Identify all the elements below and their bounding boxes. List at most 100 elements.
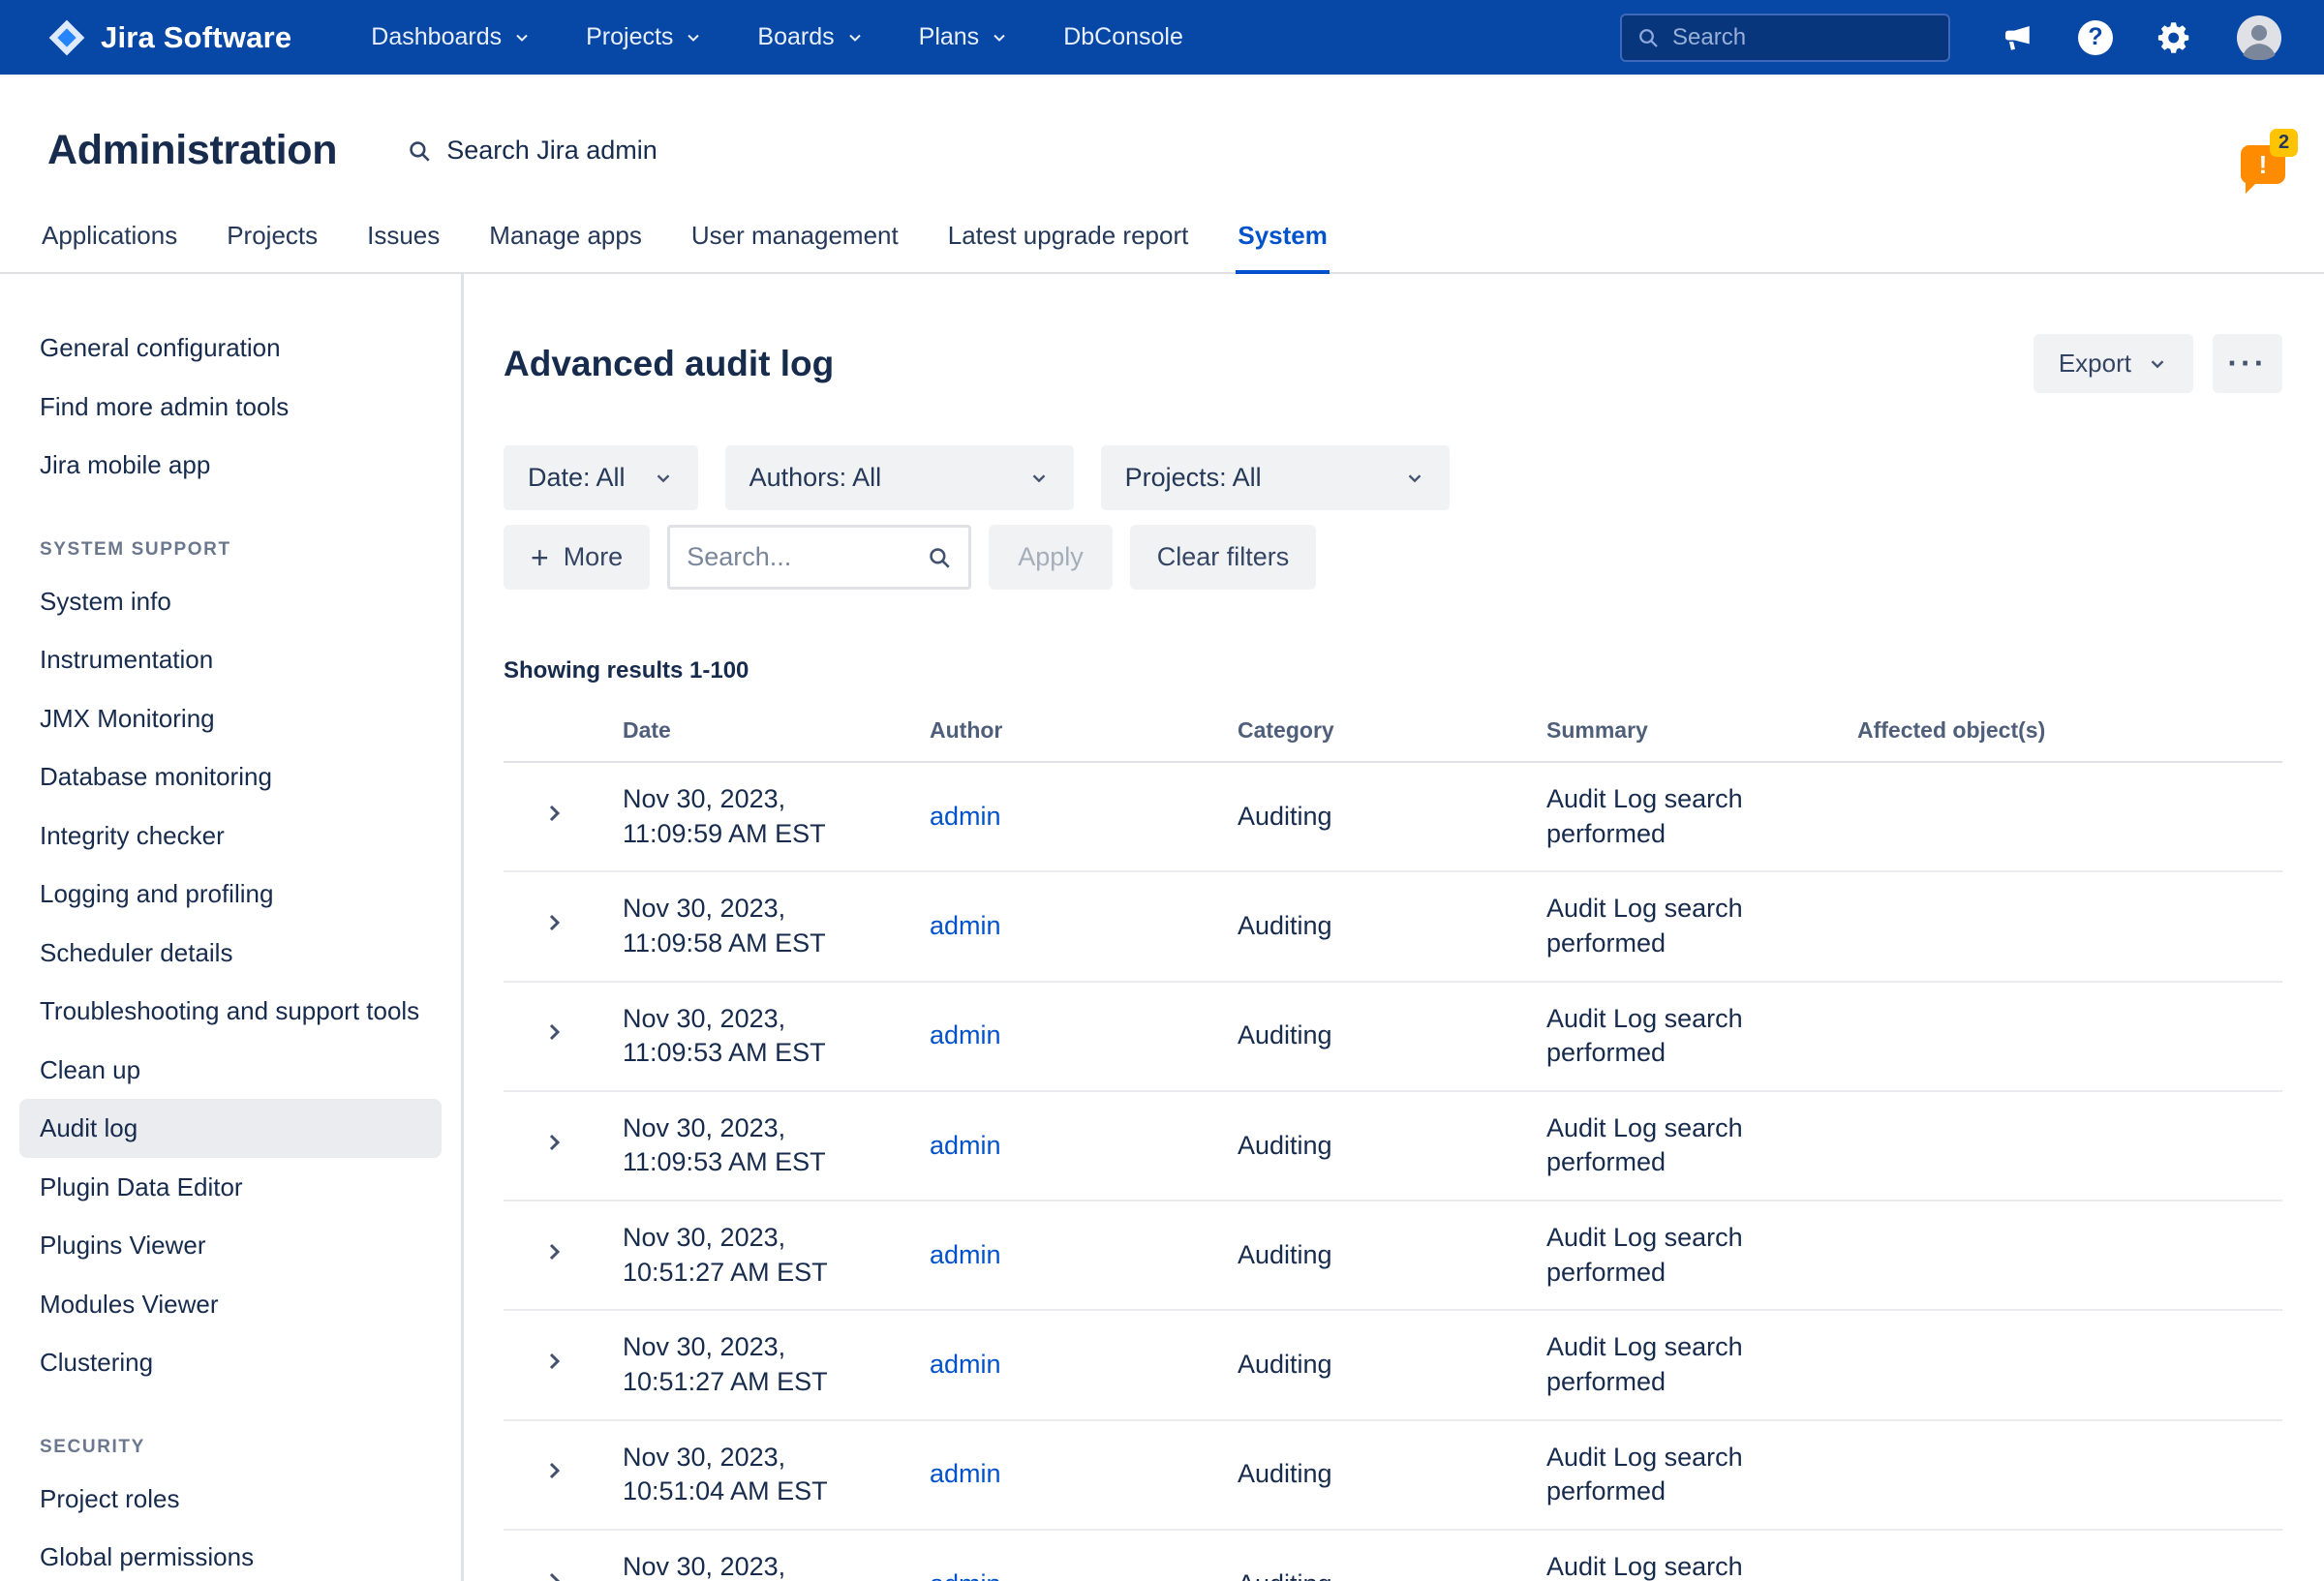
row-author-link[interactable]: admin: [930, 911, 1001, 940]
chevron-down-icon: [684, 28, 703, 47]
admin-tabs: Applications Projects Issues Manage apps…: [0, 221, 2324, 274]
search-icon[interactable]: [927, 545, 952, 570]
navbar-search-input[interactable]: [1672, 24, 1934, 51]
nav-projects[interactable]: Projects: [586, 23, 703, 51]
sidebar-item-find-more-admin-tools[interactable]: Find more admin tools: [19, 378, 442, 437]
nav-boards[interactable]: Boards: [757, 23, 864, 51]
audit-search-box[interactable]: [667, 525, 971, 590]
feedback-bubble-icon[interactable]: ! 2: [2241, 145, 2285, 184]
chevron-down-icon: [1404, 468, 1425, 489]
content: General configuration Find more admin to…: [0, 274, 2324, 1581]
main-panel: Advanced audit log Export ··· Date: All …: [464, 274, 2324, 1581]
row-summary: Audit Log search performed: [1546, 1091, 1857, 1201]
row-date: Nov 30, 2023, 10:51:27 AM EST: [623, 1201, 930, 1310]
row-summary: Audit Log search performed: [1546, 1420, 1857, 1530]
nav-dbconsole[interactable]: DbConsole: [1063, 23, 1183, 51]
row-summary: Audit Log search performed: [1546, 1201, 1857, 1310]
tab-user-management[interactable]: User management: [689, 221, 901, 272]
more-filters-button[interactable]: + More: [504, 525, 650, 590]
row-category: Auditing: [1238, 982, 1546, 1091]
nav-dashboards[interactable]: Dashboards: [371, 23, 532, 51]
sidebar-item-plugin-data-editor[interactable]: Plugin Data Editor: [19, 1158, 442, 1217]
row-author-link[interactable]: admin: [930, 1350, 1001, 1379]
sidebar-item-logging-and-profiling[interactable]: Logging and profiling: [19, 865, 442, 924]
row-author-link[interactable]: admin: [930, 802, 1001, 831]
expand-row-chevron-icon[interactable]: [542, 1350, 566, 1373]
row-author-link[interactable]: admin: [930, 1240, 1001, 1269]
expand-row-chevron-icon[interactable]: [542, 1131, 566, 1154]
sidebar-item-scheduler-details[interactable]: Scheduler details: [19, 924, 442, 983]
clear-filters-button[interactable]: Clear filters: [1130, 525, 1317, 590]
row-author-link[interactable]: admin: [930, 1020, 1001, 1049]
tab-manage-apps[interactable]: Manage apps: [487, 221, 644, 272]
sidebar-item-integrity-checker[interactable]: Integrity checker: [19, 806, 442, 866]
row-date: Nov 30, 2023, 11:09:59 AM EST: [623, 762, 930, 871]
sidebar-item-instrumentation[interactable]: Instrumentation: [19, 630, 442, 689]
nav-plans[interactable]: Plans: [919, 23, 1010, 51]
expand-row-chevron-icon[interactable]: [542, 1569, 566, 1581]
sidebar-item-troubleshooting-and-support-tools[interactable]: Troubleshooting and support tools: [19, 982, 442, 1041]
export-button[interactable]: Export: [2034, 334, 2193, 393]
sidebar-item-plugins-viewer[interactable]: Plugins Viewer: [19, 1216, 442, 1275]
row-author-link[interactable]: admin: [930, 1569, 1001, 1581]
admin-search-button[interactable]: Search Jira admin: [407, 136, 657, 166]
export-label: Export: [2059, 349, 2131, 379]
sidebar-item-clustering[interactable]: Clustering: [19, 1333, 442, 1392]
table-row: Nov 30, 2023, 11:09:58 AM EST admin Audi…: [504, 871, 2282, 981]
avatar[interactable]: [2237, 15, 2281, 60]
header-affected-objects: Affected object(s): [1857, 717, 2282, 762]
tab-latest-upgrade-report[interactable]: Latest upgrade report: [946, 221, 1191, 272]
sidebar-item-system-info[interactable]: System info: [19, 572, 442, 631]
header-expand-column: [504, 717, 623, 762]
tab-issues[interactable]: Issues: [365, 221, 442, 272]
more-dots-icon: ···: [2228, 346, 2268, 381]
admin-search-label: Search Jira admin: [446, 136, 657, 166]
expand-row-chevron-icon[interactable]: [542, 1459, 566, 1482]
admin-header: Administration Search Jira admin: [0, 75, 2324, 174]
sidebar-item-jira-mobile-app[interactable]: Jira mobile app: [19, 436, 442, 495]
date-filter-dropdown[interactable]: Date: All: [504, 445, 698, 510]
row-category: Auditing: [1238, 1420, 1546, 1530]
sidebar-item-audit-log[interactable]: Audit log: [19, 1099, 442, 1158]
feedback-megaphone-icon[interactable]: [2001, 21, 2034, 54]
sidebar-section-system-support: SYSTEM SUPPORT: [19, 539, 442, 561]
projects-filter-dropdown[interactable]: Projects: All: [1101, 445, 1450, 510]
row-affected-objects: [1857, 1310, 2282, 1419]
help-icon[interactable]: ?: [2078, 20, 2113, 55]
chevron-down-icon: [2147, 353, 2168, 375]
sidebar-item-clean-up[interactable]: Clean up: [19, 1041, 442, 1100]
row-summary: Audit Log search performed: [1546, 762, 1857, 871]
tab-applications[interactable]: Applications: [40, 221, 179, 272]
row-author-link[interactable]: admin: [930, 1131, 1001, 1160]
expand-row-chevron-icon[interactable]: [542, 1020, 566, 1044]
sidebar-item-modules-viewer[interactable]: Modules Viewer: [19, 1275, 442, 1334]
sidebar-item-global-permissions[interactable]: Global permissions: [19, 1528, 442, 1581]
gear-icon[interactable]: [2157, 20, 2192, 55]
sidebar-item-general-configuration[interactable]: General configuration: [19, 319, 442, 378]
sidebar-item-project-roles[interactable]: Project roles: [19, 1470, 442, 1529]
page-title: Advanced audit log: [504, 344, 834, 384]
expand-row-chevron-icon[interactable]: [542, 802, 566, 825]
plus-icon: +: [531, 542, 549, 573]
expand-row-chevron-icon[interactable]: [542, 1240, 566, 1263]
authors-filter-dropdown[interactable]: Authors: All: [725, 445, 1074, 510]
audit-log-table: Date Author Category Summary Affected ob…: [504, 717, 2282, 1581]
row-category: Auditing: [1238, 762, 1546, 871]
row-author-link[interactable]: admin: [930, 1459, 1001, 1488]
table-row: Nov 30, 2023, 10:51:04 AM EST admin Audi…: [504, 1530, 2282, 1581]
apply-button[interactable]: Apply: [989, 525, 1113, 590]
more-actions-button[interactable]: ···: [2213, 334, 2282, 393]
tab-projects[interactable]: Projects: [225, 221, 320, 272]
sidebar-item-jmx-monitoring[interactable]: JMX Monitoring: [19, 689, 442, 748]
jira-logo[interactable]: Jira Software: [47, 18, 291, 57]
navbar-search[interactable]: [1620, 14, 1950, 62]
header-category: Category: [1238, 717, 1546, 762]
apply-label: Apply: [1018, 542, 1084, 572]
audit-search-input[interactable]: [687, 542, 917, 572]
header-summary: Summary: [1546, 717, 1857, 762]
table-row: Nov 30, 2023, 10:51:27 AM EST admin Audi…: [504, 1201, 2282, 1310]
tab-system[interactable]: System: [1236, 221, 1330, 274]
sidebar-item-database-monitoring[interactable]: Database monitoring: [19, 747, 442, 806]
expand-row-chevron-icon[interactable]: [542, 911, 566, 934]
row-date: Nov 30, 2023, 11:09:53 AM EST: [623, 1091, 930, 1201]
